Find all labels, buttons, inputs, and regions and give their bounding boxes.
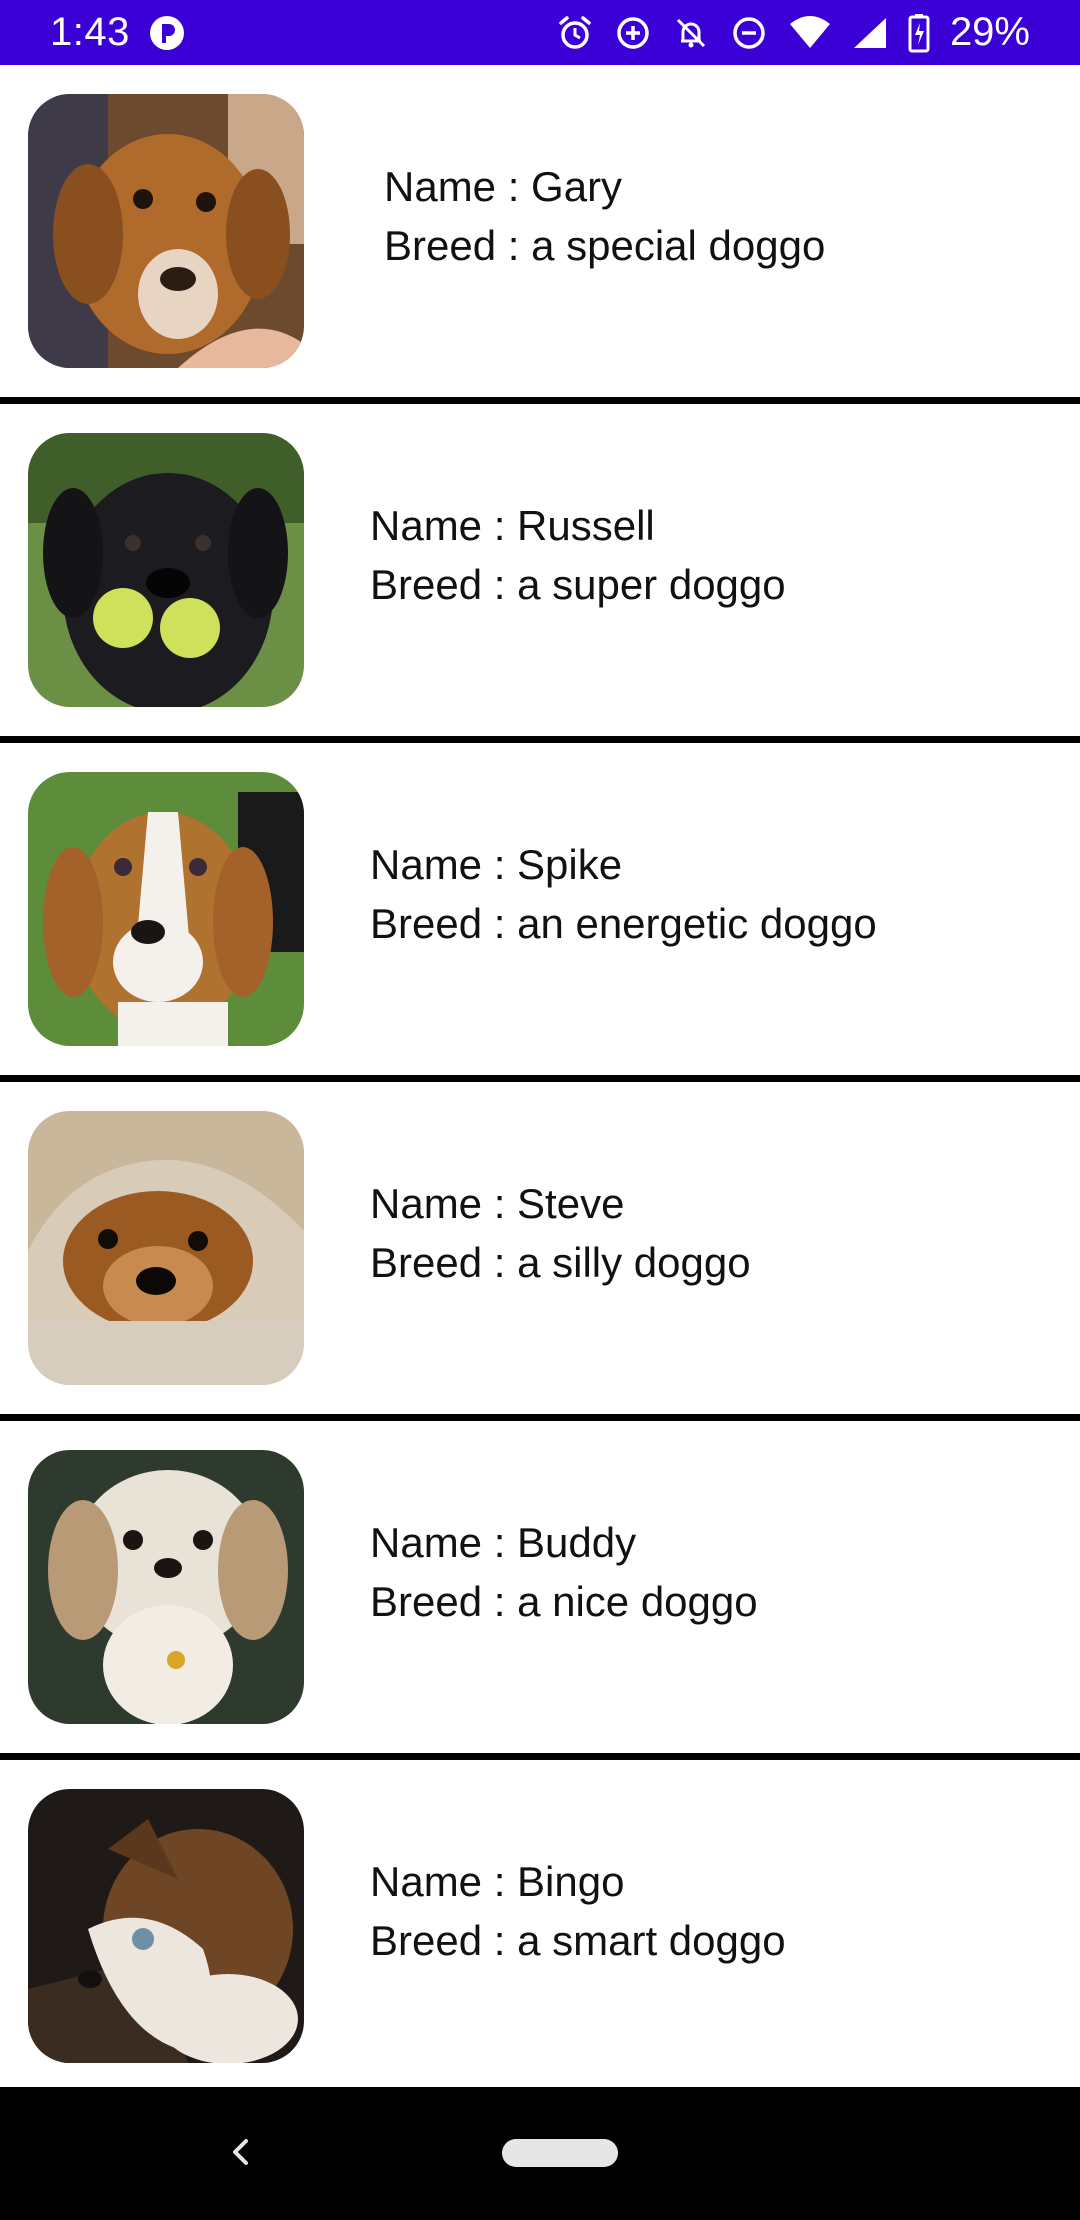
status-time: 1:43: [50, 10, 130, 54]
brown-white-puppy-photo: [28, 1789, 304, 2063]
dog-name: Name : Spike: [370, 841, 623, 888]
dog-breed: Breed : a smart doggo: [370, 1917, 786, 1964]
data-saver-icon: [614, 14, 652, 52]
dog-info: Name : Russell Breed : a super doggo: [370, 496, 786, 614]
status-left: 1:43: [50, 10, 186, 55]
dog-under-blanket-photo: [28, 1111, 304, 1385]
dog-list[interactable]: Name : Gary Breed : a special doggo Name…: [0, 65, 1080, 2087]
dog-list-item[interactable]: Name : Bingo Breed : a smart doggo: [0, 1760, 1080, 2087]
brown-puppy-photo: [28, 94, 304, 368]
battery-percent: 29%: [949, 10, 1030, 54]
navigation-bar: [0, 2087, 1080, 2220]
alarm-icon: [556, 14, 594, 52]
cell-signal-icon: [852, 14, 888, 52]
dog-info: Name : Steve Breed : a silly doggo: [370, 1174, 751, 1292]
dog-name: Name : Bingo: [370, 1858, 625, 1905]
notification-app-icon: [148, 14, 186, 52]
dog-name: Name : Russell: [370, 502, 655, 549]
black-dog-with-tennis-balls-photo: [28, 433, 304, 707]
home-pill-icon[interactable]: [502, 2139, 618, 2167]
dog-list-item[interactable]: Name : Russell Breed : a super doggo: [0, 404, 1080, 743]
dog-name: Name : Steve: [370, 1180, 625, 1227]
dog-list-item[interactable]: Name : Steve Breed : a silly doggo: [0, 1082, 1080, 1421]
dog-info: Name : Buddy Breed : a nice doggo: [370, 1513, 758, 1631]
beagle-on-grass-photo: [28, 772, 304, 1046]
dog-breed: Breed : a special doggo: [384, 222, 826, 269]
dog-info: Name : Bingo Breed : a smart doggo: [370, 1852, 786, 1970]
dog-breed: Breed : a super doggo: [370, 561, 786, 608]
status-bar: 1:43 29%: [0, 0, 1080, 65]
back-chevron-icon[interactable]: [220, 2127, 260, 2177]
white-shih-tzu-photo: [28, 1450, 304, 1724]
status-right: 29%: [556, 10, 1030, 55]
dog-info: Name : Spike Breed : an energetic doggo: [370, 835, 877, 953]
notifications-off-icon: [672, 14, 710, 52]
dog-name: Name : Gary: [384, 163, 623, 210]
battery-charging-icon: [908, 13, 930, 53]
dog-breed: Breed : a nice doggo: [370, 1578, 758, 1625]
dog-list-item[interactable]: Name : Gary Breed : a special doggo: [0, 65, 1080, 404]
dog-name: Name : Buddy: [370, 1519, 637, 1566]
dog-breed: Breed : a silly doggo: [370, 1239, 751, 1286]
wifi-icon: [788, 14, 832, 52]
dog-list-item[interactable]: Name : Spike Breed : an energetic doggo: [0, 743, 1080, 1082]
do-not-disturb-icon: [730, 14, 768, 52]
dog-breed: Breed : an energetic doggo: [370, 900, 877, 947]
dog-info: Name : Gary Breed : a special doggo: [384, 157, 825, 275]
dog-list-item[interactable]: Name : Buddy Breed : a nice doggo: [0, 1421, 1080, 1760]
